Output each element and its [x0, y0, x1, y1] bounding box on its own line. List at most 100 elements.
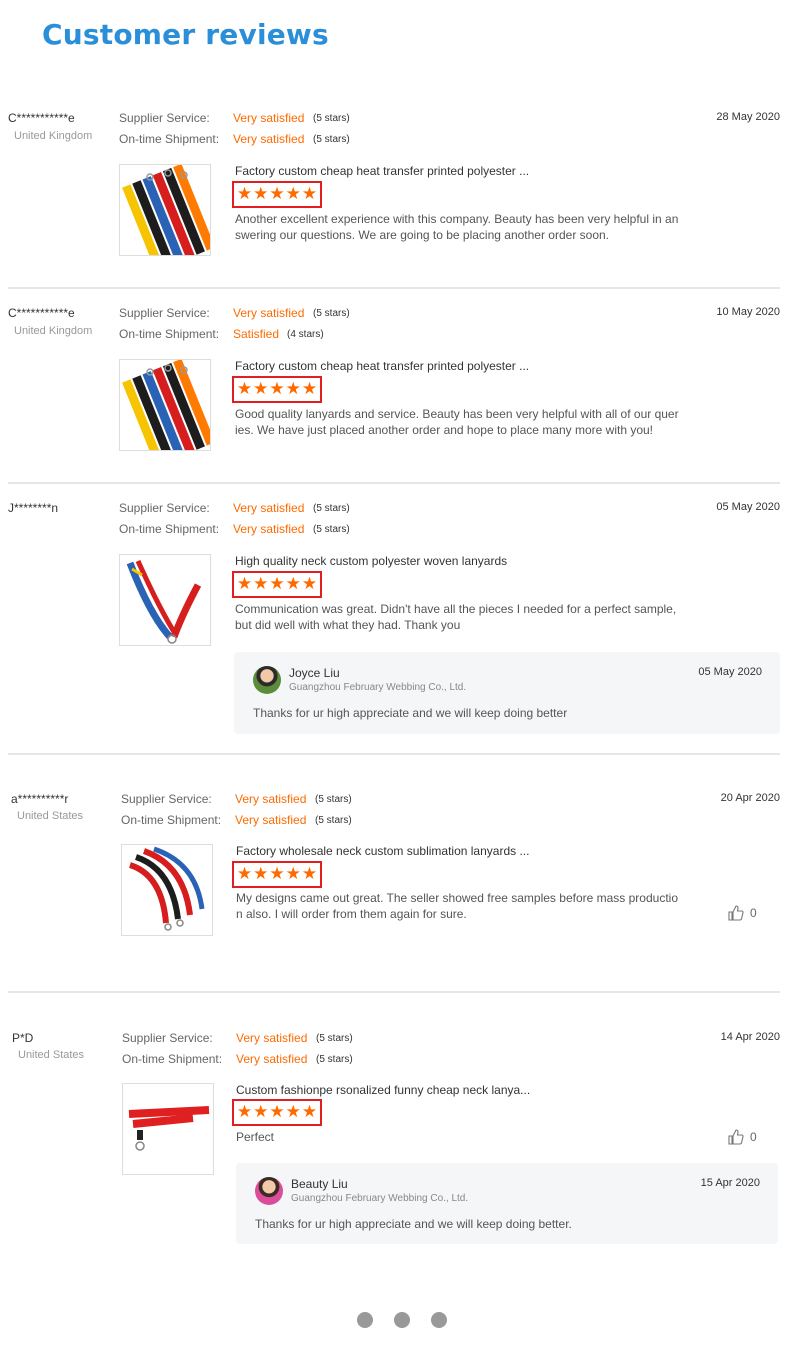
- shipment-value: Very satisfied: [233, 522, 305, 536]
- reply-company: Guangzhou February Webbing Co., Ltd.: [291, 1193, 469, 1204]
- product-thumbnail[interactable]: [119, 164, 211, 256]
- shipment-rating: On-time Shipment: Very satisfied (5 star…: [119, 522, 419, 540]
- page-dot[interactable]: [431, 1312, 447, 1328]
- star-icon: ★: [253, 574, 269, 594]
- product-star-rating: ★ ★ ★ ★ ★: [232, 1099, 322, 1126]
- review-date: 20 Apr 2020: [720, 792, 780, 804]
- avatar: [255, 1177, 283, 1205]
- product-star-rating: ★ ★ ★ ★ ★: [232, 376, 322, 403]
- buyer-country: United States: [18, 1049, 85, 1061]
- review-date: 10 May 2020: [716, 306, 780, 318]
- supplier-service-value: Very satisfied: [233, 111, 305, 125]
- supplier-service-label: Supplier Service:: [119, 306, 210, 320]
- buyer-name: a**********r: [11, 792, 69, 806]
- divider: [8, 287, 780, 289]
- shipment-label: On-time Shipment:: [119, 522, 220, 536]
- buyer-country: United States: [17, 810, 84, 822]
- lanyard-image: [122, 165, 210, 255]
- supplier-service-value: Very satisfied: [235, 792, 307, 806]
- reply-author-name: Beauty Liu: [291, 1177, 348, 1191]
- buyer-name: J********n: [8, 501, 59, 515]
- thumbs-up-icon: [728, 1129, 744, 1145]
- review-card: P*D United States Supplier Service: Very…: [8, 1026, 780, 1256]
- like-count: 0: [750, 1130, 757, 1144]
- review-card: a**********r United States Supplier Serv…: [8, 787, 780, 995]
- review-comment: Perfect: [236, 1130, 275, 1144]
- star-icon: ★: [301, 184, 318, 204]
- review-date: 28 May 2020: [716, 111, 780, 123]
- lanyard-image: [126, 559, 202, 644]
- shipment-label: On-time Shipment:: [122, 1052, 223, 1066]
- star-icon: ★: [285, 864, 301, 884]
- supplier-service-stars: (5 stars): [313, 113, 350, 124]
- star-icon: ★: [285, 379, 301, 399]
- page-dot[interactable]: [394, 1312, 410, 1328]
- shipment-rating: On-time Shipment: Very satisfied (5 star…: [122, 1052, 422, 1070]
- review-card: C***********e United Kingdom Supplier Se…: [8, 108, 780, 290]
- product-thumbnail[interactable]: [119, 359, 211, 451]
- shipment-value: Very satisfied: [233, 132, 305, 146]
- shipment-label: On-time Shipment:: [121, 813, 222, 827]
- review-comment: Good quality lanyards and service. Beaut…: [235, 407, 679, 437]
- supplier-service-label: Supplier Service:: [121, 792, 212, 806]
- buyer-country: United Kingdom: [14, 130, 93, 142]
- product-thumbnail[interactable]: [122, 1083, 214, 1175]
- supplier-service-rating: Supplier Service: Very satisfied (5 star…: [122, 1031, 422, 1049]
- divider: [8, 753, 780, 755]
- page-dot[interactable]: [357, 1312, 373, 1328]
- reply-date: 05 May 2020: [698, 666, 762, 678]
- review-date: 14 Apr 2020: [720, 1031, 780, 1043]
- lanyard-image: [128, 846, 205, 931]
- shipment-label: On-time Shipment:: [119, 327, 220, 341]
- product-title-link[interactable]: Factory custom cheap heat transfer print…: [235, 164, 529, 178]
- thumbs-up-icon: [728, 905, 744, 921]
- product-title-link[interactable]: High quality neck custom polyester woven…: [235, 554, 507, 568]
- pagination: [357, 1312, 447, 1328]
- lanyard-image: [128, 1106, 210, 1151]
- page-title: Customer reviews: [42, 18, 329, 51]
- like-button[interactable]: 0: [728, 1129, 757, 1145]
- shipment-value: Very satisfied: [235, 813, 307, 827]
- buyer-name: C***********e: [8, 111, 75, 125]
- supplier-service-stars: (5 stars): [313, 503, 350, 514]
- shipment-stars: (5 stars): [313, 134, 350, 145]
- product-thumbnail[interactable]: [119, 554, 211, 646]
- star-icon: ★: [253, 379, 269, 399]
- reply-date: 15 Apr 2020: [700, 1177, 760, 1189]
- product-star-rating: ★ ★ ★ ★ ★: [232, 861, 322, 888]
- review-comment: My designs came out great. The seller sh…: [236, 891, 678, 921]
- star-icon: ★: [253, 864, 269, 884]
- shipment-value: Very satisfied: [236, 1052, 308, 1066]
- shipment-label: On-time Shipment:: [119, 132, 220, 146]
- review-comment: Another excellent experience with this c…: [235, 212, 679, 242]
- lanyard-image: [122, 360, 210, 450]
- star-icon: ★: [269, 184, 285, 204]
- product-title-link[interactable]: Factory custom cheap heat transfer print…: [235, 359, 529, 373]
- product-star-rating: ★ ★ ★ ★ ★: [232, 571, 322, 598]
- seller-reply: Beauty Liu Guangzhou February Webbing Co…: [236, 1163, 778, 1244]
- shipment-rating: On-time Shipment: Satisfied (4 stars): [119, 327, 419, 345]
- seller-reply: Joyce Liu Guangzhou February Webbing Co.…: [234, 652, 780, 734]
- star-icon: ★: [301, 1102, 318, 1122]
- review-date: 05 May 2020: [716, 501, 780, 513]
- buyer-name: P*D: [12, 1031, 34, 1045]
- divider: [8, 991, 780, 993]
- product-thumbnail[interactable]: [121, 844, 213, 936]
- star-icon: ★: [301, 379, 318, 399]
- review-card: C***********e United Kingdom Supplier Se…: [8, 303, 780, 485]
- shipment-stars: (5 stars): [313, 524, 350, 535]
- divider: [8, 482, 780, 484]
- shipment-stars: (5 stars): [316, 1054, 353, 1065]
- product-title-link[interactable]: Custom fashionpe rsonalized funny cheap …: [236, 1083, 530, 1097]
- product-title-link[interactable]: Factory wholesale neck custom sublimatio…: [236, 844, 529, 858]
- like-button[interactable]: 0: [728, 905, 757, 921]
- supplier-service-value: Very satisfied: [233, 501, 305, 515]
- supplier-service-value: Very satisfied: [233, 306, 305, 320]
- star-icon: ★: [269, 379, 285, 399]
- star-icon: ★: [285, 1102, 301, 1122]
- shipment-rating: On-time Shipment: Very satisfied (5 star…: [119, 132, 419, 150]
- star-icon: ★: [301, 864, 318, 884]
- supplier-service-rating: Supplier Service: Very satisfied (5 star…: [119, 111, 419, 129]
- star-icon: ★: [285, 184, 301, 204]
- star-icon: ★: [236, 184, 253, 204]
